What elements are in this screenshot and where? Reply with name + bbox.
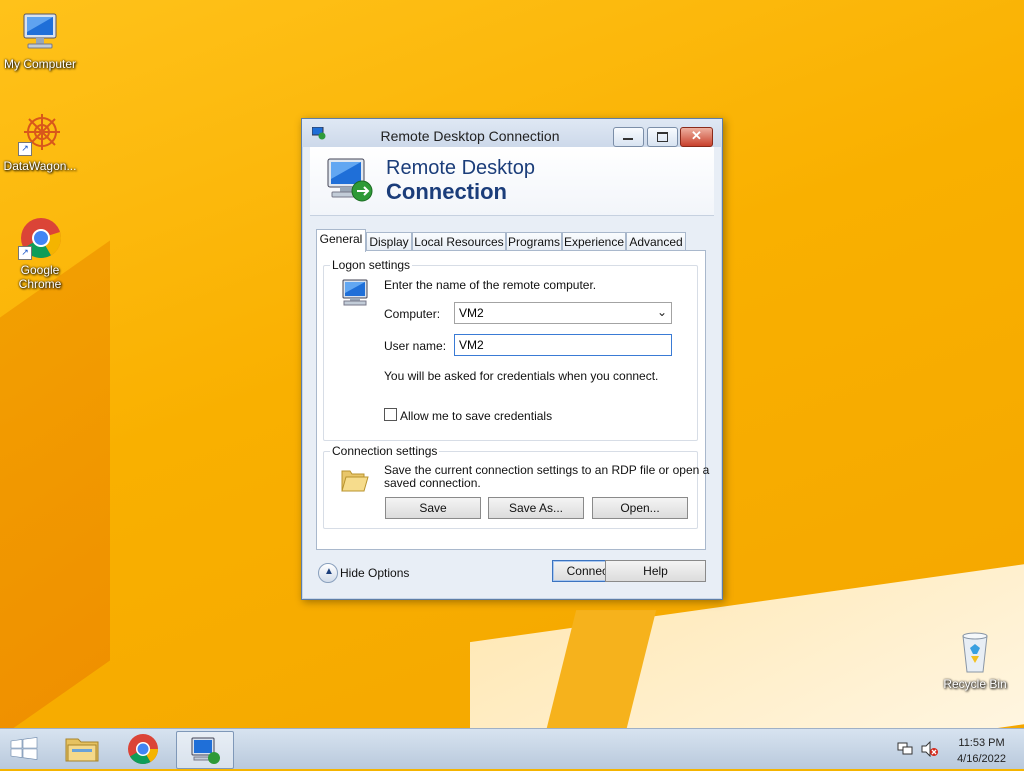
chrome-icon (128, 734, 158, 765)
start-button[interactable] (0, 731, 48, 767)
desktop-icon-google-chrome[interactable]: ↗ Google Chrome (0, 216, 80, 291)
group-label: Logon settings (330, 258, 413, 272)
chevron-up-icon: ▲ (324, 566, 334, 577)
logon-instruction: Enter the name of the remote computer. (384, 278, 597, 292)
tab-programs[interactable]: Programs (506, 232, 562, 251)
credentials-note: You will be asked for credentials when y… (384, 369, 659, 383)
taskbar-chrome[interactable] (115, 731, 171, 767)
username-label: User name: (384, 339, 447, 353)
tab-advanced[interactable]: Advanced (626, 232, 686, 251)
tab-experience[interactable]: Experience (562, 232, 626, 251)
close-icon: ✕ (691, 128, 702, 143)
desktop-icon-label: Recycle Bin (943, 677, 1007, 691)
start-icon (10, 737, 38, 760)
window-title: Remote Desktop Connection (380, 128, 560, 144)
computer-label: Computer: (384, 307, 441, 321)
network-icon[interactable] (897, 741, 913, 757)
save-credentials-checkbox[interactable] (384, 408, 397, 421)
shortcut-arrow-icon: ↗ (18, 246, 32, 260)
file-explorer-icon (65, 738, 99, 762)
remote-desktop-icon (326, 155, 374, 205)
banner-title-line1: Remote Desktop (386, 157, 535, 179)
desktop-icon-label: Google Chrome (18, 263, 62, 291)
username-field[interactable] (459, 338, 659, 352)
computer-icon (340, 278, 372, 308)
banner-title-line2: Connection (386, 179, 507, 204)
desktop-icon-my-computer[interactable]: My Computer (0, 10, 80, 71)
recycle-bin-icon (953, 630, 997, 674)
tab-display[interactable]: Display (366, 232, 412, 251)
tab-general[interactable]: General (316, 229, 366, 252)
minimize-button[interactable] (613, 127, 644, 147)
username-input[interactable] (454, 334, 672, 356)
speaker-muted-icon[interactable] (921, 740, 939, 758)
wallpaper-shape (0, 240, 110, 728)
group-label: Connection settings (330, 444, 440, 458)
desktop-icon-label: My Computer (3, 57, 77, 71)
help-button[interactable]: Help (605, 560, 706, 582)
desktop-icon-label: DataWagon... (3, 159, 77, 173)
computer-combobox[interactable]: VM2 ⌄ (454, 302, 672, 324)
datawagon-icon: ↗ (18, 112, 62, 156)
chevron-down-icon[interactable]: ⌄ (657, 305, 667, 319)
system-clock[interactable]: 11:53 PM 4/16/2022 (957, 735, 1006, 767)
clock-date: 4/16/2022 (957, 753, 1006, 765)
remote-desktop-window: Remote Desktop Connection ✕ Remote Deskt… (301, 118, 723, 600)
tab-local-resources[interactable]: Local Resources (412, 232, 506, 251)
computer-value: VM2 (459, 306, 484, 320)
maximize-button[interactable] (647, 127, 678, 147)
banner: Remote Desktop Connection (310, 147, 714, 216)
clock-time: 11:53 PM (958, 737, 1005, 749)
connection-description-line1: Save the current connection settings to … (384, 463, 710, 477)
computer-icon (18, 10, 62, 54)
connection-description-line2: saved connection. (384, 476, 481, 490)
title-bar[interactable]: Remote Desktop Connection ✕ (302, 119, 722, 147)
taskbar-remote-desktop[interactable] (176, 731, 234, 769)
save-as-button[interactable]: Save As... (488, 497, 584, 519)
close-button[interactable]: ✕ (680, 127, 713, 147)
open-button[interactable]: Open... (592, 497, 688, 519)
hide-options-label[interactable]: Hide Options (340, 566, 409, 580)
desktop-icon-datawagon[interactable]: ↗ DataWagon... (0, 112, 80, 173)
taskbar-file-explorer[interactable] (54, 731, 110, 767)
shortcut-arrow-icon: ↗ (18, 142, 32, 156)
save-credentials-label[interactable]: Allow me to save credentials (400, 409, 552, 423)
hide-options-button[interactable]: ▲ (318, 563, 338, 583)
chrome-icon: ↗ (18, 216, 62, 260)
folder-icon (338, 463, 370, 495)
desktop-icon-recycle-bin[interactable]: Recycle Bin (935, 630, 1015, 691)
taskbar: 11:53 PM 4/16/2022 (0, 728, 1024, 769)
save-button[interactable]: Save (385, 497, 481, 519)
remote-desktop-icon (191, 737, 220, 764)
